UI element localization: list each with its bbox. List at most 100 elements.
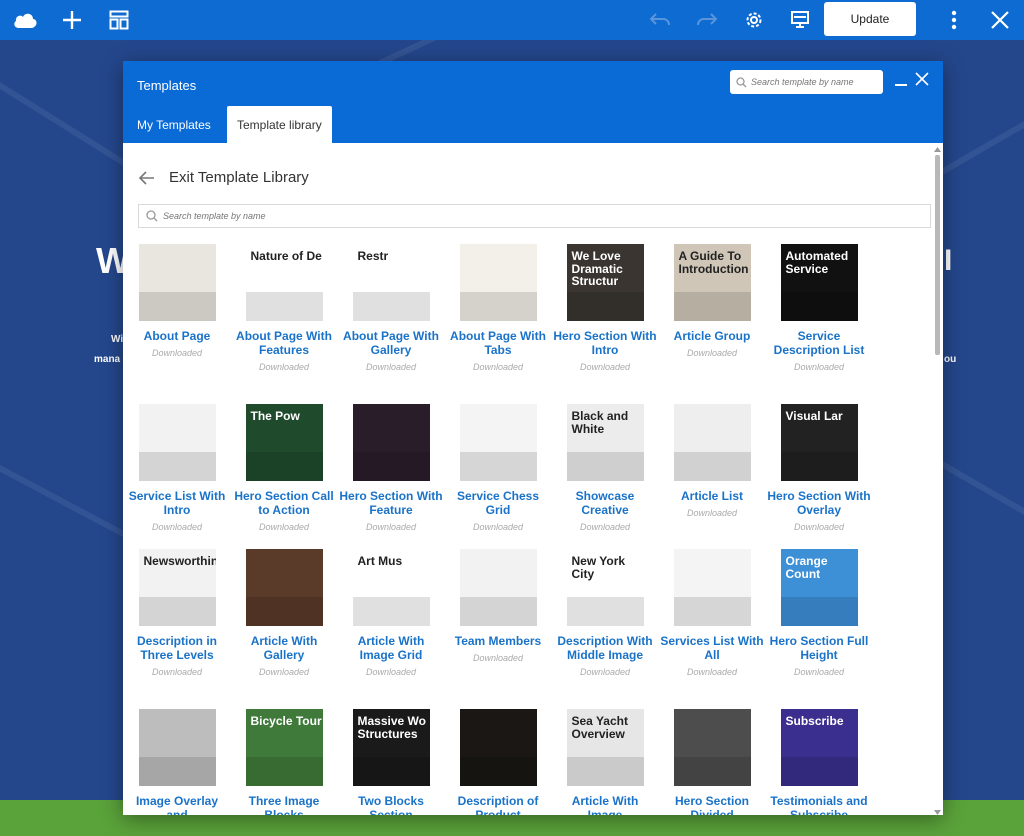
template-card[interactable]: Art Mus Article With Image Grid Downloaded	[339, 549, 443, 677]
template-card[interactable]: Article List Downloaded	[660, 404, 764, 518]
template-title[interactable]: Hero Section With Overlay	[767, 489, 871, 517]
template-title[interactable]: Service Chess Grid	[446, 489, 550, 517]
template-title[interactable]: Showcase Creative	[553, 489, 657, 517]
template-status: Downloaded	[365, 667, 417, 677]
template-title[interactable]: Article With Gallery	[232, 634, 336, 662]
template-title[interactable]: Image Overlay and	[125, 794, 229, 815]
template-card[interactable]: Nature of De About Page With Features Down…	[232, 244, 336, 372]
template-title[interactable]: Description in Three Levels	[125, 634, 229, 662]
library-search[interactable]	[138, 204, 931, 228]
template-card[interactable]: Visual Lar Hero Section With Overlay Downl…	[767, 404, 871, 532]
template-card[interactable]: Service List With Intro Downloaded	[125, 404, 229, 532]
template-title[interactable]: Service List With Intro	[125, 489, 229, 517]
template-card[interactable]: The Pow Hero Section Call to Action Downlo…	[232, 404, 336, 532]
template-title[interactable]: Hero Section Call to Action	[232, 489, 336, 517]
thumbnail-decoration	[780, 596, 858, 626]
modal-close-icon[interactable]	[914, 71, 932, 89]
undo-icon[interactable]	[646, 6, 674, 34]
template-title[interactable]: Hero Section With Intro	[553, 329, 657, 357]
cloud-logo-icon[interactable]	[11, 6, 39, 34]
template-card[interactable]: Restr About Page With Gallery Downloaded	[339, 244, 443, 372]
template-title[interactable]: Hero Section Divided	[660, 794, 764, 815]
template-title[interactable]: Team Members	[446, 634, 550, 648]
update-button[interactable]: Update	[824, 2, 916, 36]
header-search-input[interactable]	[751, 77, 881, 87]
close-icon[interactable]	[986, 6, 1014, 34]
template-card[interactable]: Black and White Showcase Creative Download…	[553, 404, 657, 532]
thumbnail-text: Restr	[357, 249, 389, 263]
header-search[interactable]	[730, 70, 883, 94]
template-thumbnail	[138, 709, 216, 786]
thumbnail-decoration	[780, 291, 858, 321]
more-vert-icon[interactable]	[940, 6, 968, 34]
desktop-icon[interactable]	[786, 6, 814, 34]
exit-library-button[interactable]: Exit Template Library	[139, 169, 309, 186]
thumbnail-text: Automated Service	[785, 249, 849, 276]
template-card[interactable]: We Love Dramatic Structur Hero Section Wi…	[553, 244, 657, 372]
template-title[interactable]: Service Description List	[767, 329, 871, 357]
template-title[interactable]: Description of Product	[446, 794, 550, 815]
thumbnail-decoration	[566, 451, 644, 481]
template-card[interactable]: Automated Service Service Description Lis…	[767, 244, 871, 372]
template-card[interactable]: Massive Wo Structures Two Blocks Section	[339, 709, 443, 815]
template-card[interactable]: A Guide To Introduction Article Group Down…	[660, 244, 764, 358]
thumbnail-decoration	[459, 451, 537, 481]
thumbnail-decoration	[566, 756, 644, 786]
add-icon[interactable]	[58, 6, 86, 34]
scroll-up-icon[interactable]	[934, 147, 941, 152]
library-search-input[interactable]	[163, 211, 663, 221]
scroll-down-icon[interactable]	[934, 810, 941, 815]
template-card[interactable]: Newsworthin Description in Three Levels Do…	[125, 549, 229, 677]
minimize-icon[interactable]	[894, 71, 912, 89]
template-card[interactable]: Sea Yacht Overview Article With Image	[553, 709, 657, 815]
template-status: Downloaded	[579, 362, 631, 372]
gear-icon[interactable]	[740, 6, 768, 34]
thumbnail-text: Massive Wo Structures	[357, 714, 426, 741]
template-title[interactable]: Three Image Blocks	[232, 794, 336, 815]
template-card[interactable]: Services List With All Downloaded	[660, 549, 764, 677]
template-card[interactable]: New York City Description With Middle Ima…	[553, 549, 657, 677]
thumbnail-decoration	[352, 756, 430, 786]
template-title[interactable]: Two Blocks Section	[339, 794, 443, 815]
template-card[interactable]: Orange Count Hero Section Full Height Down…	[767, 549, 871, 677]
template-card[interactable]: Service Chess Grid Downloaded	[446, 404, 550, 532]
template-status: Downloaded	[793, 522, 845, 532]
template-title[interactable]: About Page With Features	[232, 329, 336, 357]
template-title[interactable]: Services List With All	[660, 634, 764, 662]
template-status: Downloaded	[365, 522, 417, 532]
bg-decoration	[0, 460, 133, 541]
template-card[interactable]: Hero Section Divided	[660, 709, 764, 815]
template-thumbnail	[138, 404, 216, 481]
template-title[interactable]: Testimonials and Subscribe	[767, 794, 871, 815]
scroll-thumb[interactable]	[935, 155, 940, 355]
template-title[interactable]: About Page With Gallery	[339, 329, 443, 357]
template-card[interactable]: Team Members Downloaded	[446, 549, 550, 663]
template-card[interactable]: Description of Product	[446, 709, 550, 815]
thumbnail-text: Subscribe	[785, 714, 844, 728]
template-card[interactable]: About Page With Tabs Downloaded	[446, 244, 550, 372]
redo-icon[interactable]	[693, 6, 721, 34]
template-title[interactable]: Hero Section With Feature	[339, 489, 443, 517]
template-title[interactable]: Article With Image	[553, 794, 657, 815]
template-title[interactable]: Article List	[660, 489, 764, 503]
template-title[interactable]: Description With Middle Image	[553, 634, 657, 662]
template-card[interactable]: Article With Gallery Downloaded	[232, 549, 336, 677]
template-status: Downloaded	[579, 667, 631, 677]
bg-text-line2-right: ou	[944, 354, 957, 365]
template-title[interactable]: Hero Section Full Height	[767, 634, 871, 662]
tab-template-library[interactable]: Template library	[227, 106, 332, 143]
layout-icon[interactable]	[105, 6, 133, 34]
template-card[interactable]: Subscribe Testimonials and Subscribe	[767, 709, 871, 815]
template-card[interactable]: Hero Section With Feature Downloaded	[339, 404, 443, 532]
template-status: Downloaded	[579, 522, 631, 532]
template-title[interactable]: About Page With Tabs	[446, 329, 550, 357]
scrollbar[interactable]	[933, 147, 941, 815]
template-card[interactable]: Bicycle Tour Three Image Blocks	[232, 709, 336, 815]
template-card[interactable]: About Page Downloaded	[125, 244, 229, 358]
template-title[interactable]: Article With Image Grid	[339, 634, 443, 662]
tab-my-templates[interactable]: My Templates	[137, 106, 211, 143]
template-title[interactable]: Article Group	[660, 329, 764, 343]
template-card[interactable]: Image Overlay and	[125, 709, 229, 815]
template-thumbnail	[459, 549, 537, 626]
template-title[interactable]: About Page	[125, 329, 229, 343]
